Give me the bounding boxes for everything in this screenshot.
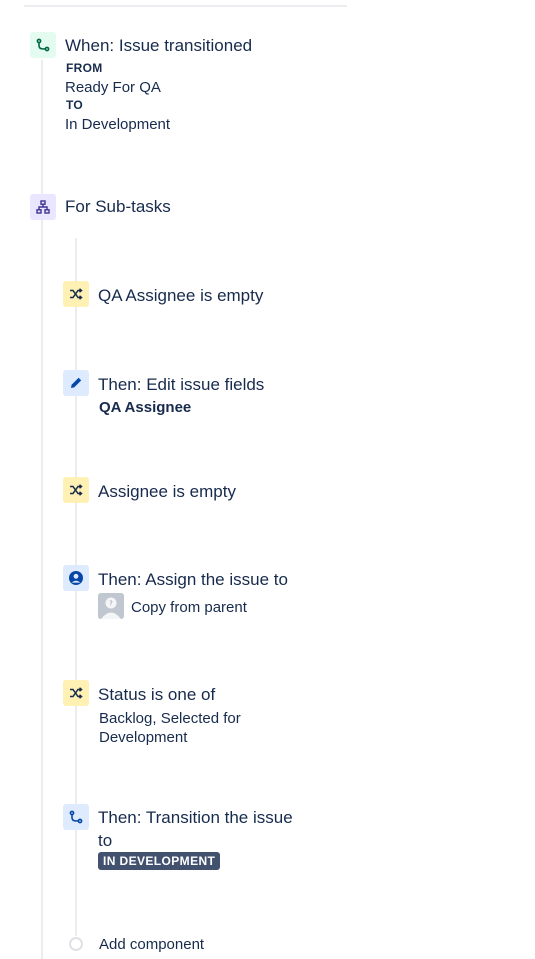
condition-component[interactable]: Status is one of Backlog, Selected for D… [0,679,320,749]
to-label: TO [66,98,84,112]
add-component-node [69,937,83,951]
action-title: Then: Assign the issue to [98,570,288,589]
transition-icon [63,804,89,830]
condition-component[interactable]: Assignee is empty [0,476,320,506]
trigger-component[interactable]: When: Issue transitioned FROM Ready For … [0,30,320,140]
hierarchy-icon [30,194,56,220]
branch-title: For Sub-tasks [65,197,171,216]
status-values-line1: Backlog, Selected for [99,710,241,727]
action-component[interactable]: Then: Assign the issue to ? Copy from pa… [0,564,320,624]
shuffle-icon [63,477,89,503]
status-values-line2: Development [99,729,188,746]
pencil-icon [63,370,89,396]
shuffle-icon [63,281,89,307]
action-title-line1: Then: Transition the issue [98,808,293,827]
to-value: In Development [65,116,171,133]
from-value: Ready For QA [65,79,161,96]
svg-text:?: ? [109,600,113,608]
top-divider [24,5,347,7]
action-component[interactable]: Then: Edit issue fields QA Assignee [0,369,320,419]
condition-title: Assignee is empty [98,482,236,501]
transition-icon [30,32,56,58]
condition-title: QA Assignee is empty [98,286,264,305]
condition-title: Status is one of [98,685,216,704]
avatar: ? [98,593,124,619]
action-component[interactable]: Then: Transition the issue to IN DEVELOP… [0,803,320,873]
from-label: FROM [66,61,103,75]
status-lozenge: IN DEVELOPMENT [98,852,221,870]
add-component-label: Add component [99,936,205,953]
action-field: QA Assignee [99,399,192,416]
action-title: Then: Edit issue fields [98,375,265,394]
shuffle-icon [63,680,89,706]
assignee-value: Copy from parent [131,599,247,616]
action-title-line2: to [98,831,113,850]
add-component-button[interactable]: Add component [0,932,240,956]
user-circle-icon [63,565,89,591]
branch-component[interactable]: For Sub-tasks [0,193,320,223]
trigger-title: When: Issue transitioned [65,36,253,55]
condition-component[interactable]: QA Assignee is empty [0,280,320,310]
